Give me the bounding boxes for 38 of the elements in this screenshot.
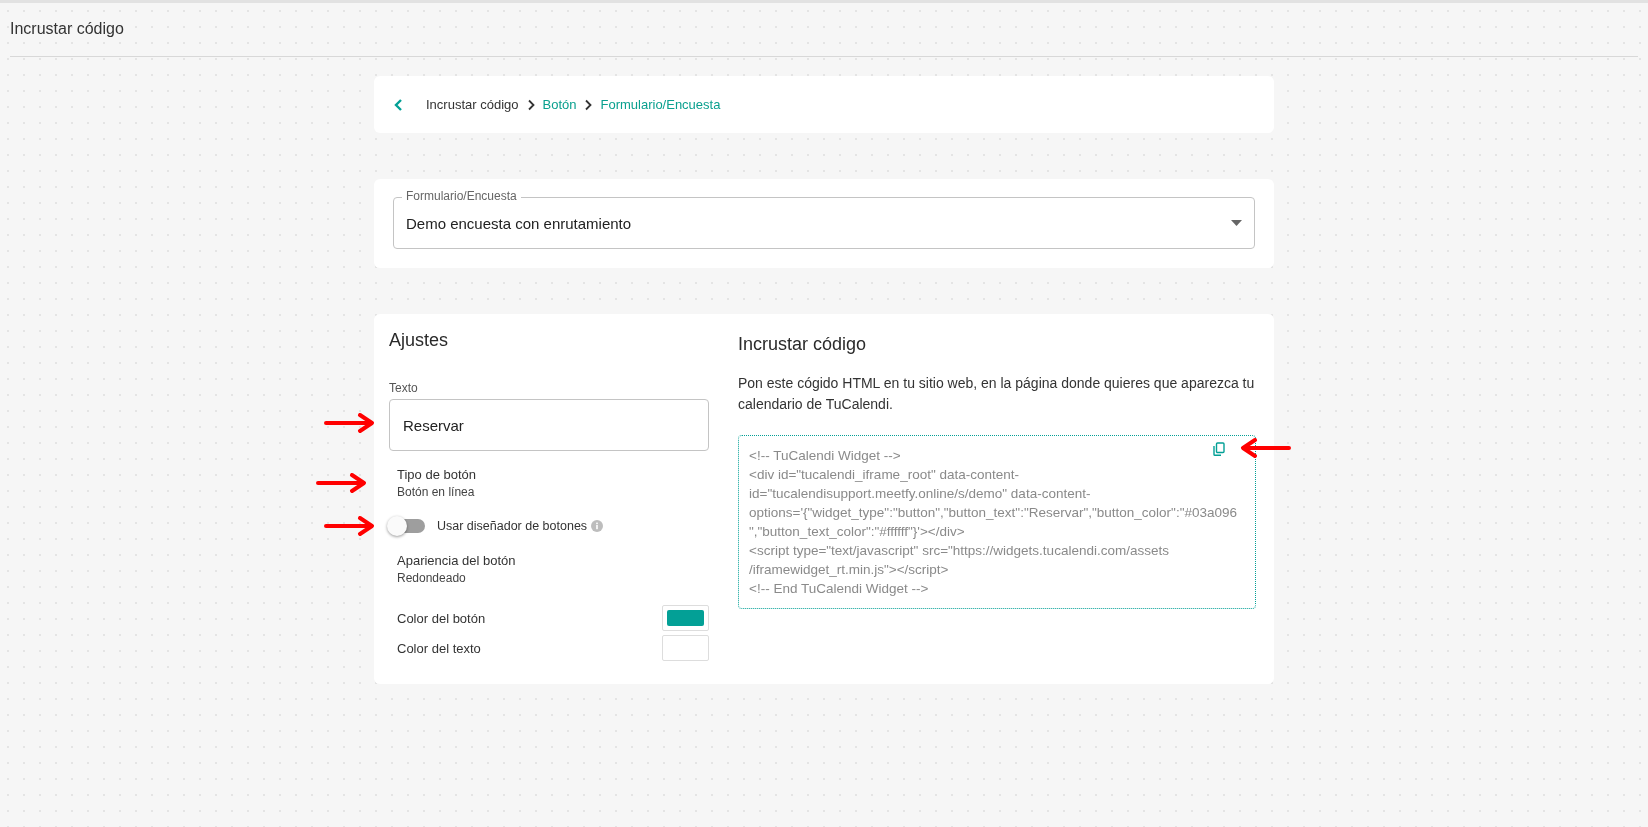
button-type-value: Botón en línea	[397, 485, 476, 499]
page-title: Incrustar código	[10, 20, 124, 38]
embed-title: Incrustar código	[738, 334, 868, 355]
toggle-label: Usar diseñador de botones	[437, 519, 588, 533]
copy-button[interactable]	[1211, 440, 1227, 458]
copy-icon	[1213, 442, 1225, 456]
color-label: Color del botón	[397, 610, 486, 626]
chevron-right-icon	[584, 98, 593, 111]
info-icon[interactable]	[591, 520, 604, 532]
text-input-field[interactable]: Reservar	[389, 399, 709, 451]
settings-title: Ajustes	[389, 330, 450, 351]
color-picker[interactable]	[662, 605, 709, 631]
field-label: Texto	[389, 381, 419, 395]
annotation-arrow-icon	[316, 473, 368, 493]
embed-description: Pon este cógido HTML en tu sitio web, en la página donde quieres que aparezca tu calendario de TuCalendi.	[738, 374, 1256, 414]
code-line: ","button_text_color":"#ffffff"}'></div>	[749, 523, 965, 541]
button-type-label: Tipo de botón	[397, 467, 478, 482]
back-chevron-icon[interactable]	[392, 97, 404, 112]
color-picker[interactable]	[662, 635, 709, 661]
code-line: <script type="text/javascript" src="https://widgets.tucalendi.com/assets	[749, 542, 1169, 560]
code-line: /iframewidget_rt.min.js"></script>	[749, 561, 949, 579]
color-label: Color del texto	[397, 640, 481, 656]
code-line: <div id="tucalendi_iframe_root" data-content-	[749, 466, 1019, 484]
dropdown-caret-icon	[1231, 220, 1242, 226]
select-label: Formulario/Encuesta	[402, 189, 521, 203]
appearance-value: Redondeado	[397, 571, 467, 585]
annotation-arrow-icon	[1239, 438, 1291, 458]
code-line: options='{"widget_type":"button","button_text":"Reservar","button_color":"#03a096	[749, 504, 1237, 522]
code-line: <!-- End TuCalendi Widget -->	[749, 580, 929, 598]
annotation-arrow-icon	[324, 413, 376, 433]
code-line: <!-- TuCalendi Widget -->	[749, 447, 901, 465]
code-line: id="tucalendisupport.meetfy.online/s/demo" data-content-	[749, 485, 1091, 503]
annotation-arrow-icon	[324, 516, 376, 536]
appearance-label: Apariencia del botón	[397, 553, 517, 568]
toggle-switch[interactable]	[389, 519, 425, 533]
select-value: Demo encuesta con enrutamiento	[406, 214, 632, 232]
chevron-right-icon	[526, 98, 535, 111]
breadcrumb-link[interactable]: Incrustar código	[426, 97, 519, 112]
